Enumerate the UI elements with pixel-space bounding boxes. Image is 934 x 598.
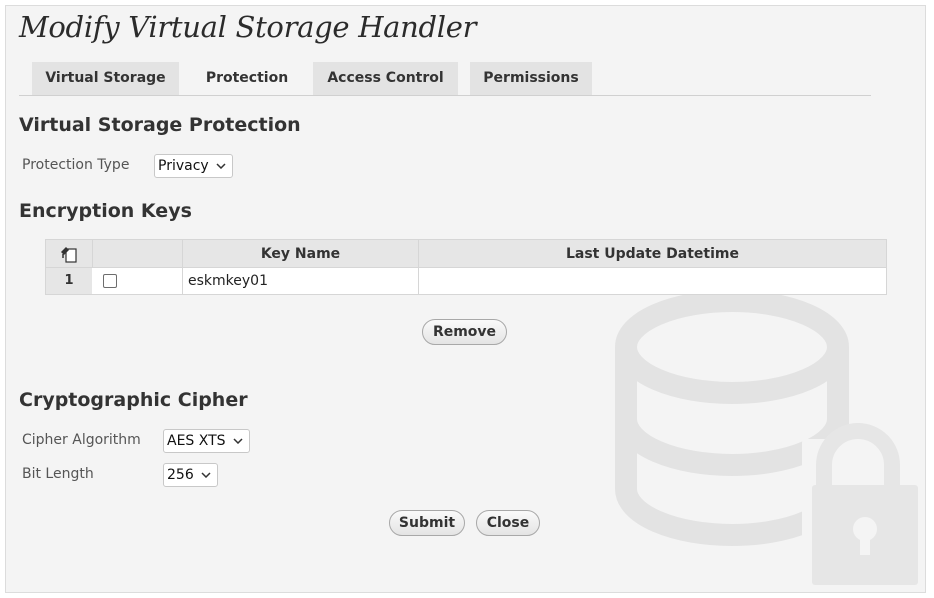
chevron-down-icon [233,438,243,444]
bit-length-value: 256 [167,467,194,483]
encryption-keys-table: Key Name Last Update Datetime 1 eskmkey0… [45,239,887,295]
row-index: 1 [46,268,92,294]
protection-type-value: Privacy [158,158,209,174]
bit-length-select[interactable]: 256 [163,463,218,487]
table-header: Key Name Last Update Datetime [45,239,887,268]
storage-lock-icon [615,290,920,589]
tab-permissions[interactable]: Permissions [470,62,592,95]
submit-button[interactable]: Submit [389,510,465,536]
tab-bar: Virtual Storage Protection Access Contro… [19,62,871,96]
cipher-algorithm-select[interactable]: AES XTS [163,429,250,453]
protection-type-label: Protection Type [22,157,130,173]
protection-type-select[interactable]: Privacy [154,154,233,178]
chevron-down-icon [201,472,211,478]
chevron-down-icon [216,163,226,169]
column-key-name[interactable]: Key Name [182,240,418,267]
key-name-cell: eskmkey01 [182,268,418,294]
protection-heading: Virtual Storage Protection [19,114,301,136]
select-column-header [92,240,182,267]
cipher-heading: Cryptographic Cipher [19,389,248,411]
dialog-frame: Modify Virtual Storage Handler Virtual S… [5,5,926,593]
encryption-keys-heading: Encryption Keys [19,200,192,222]
tab-access-control[interactable]: Access Control [313,62,458,95]
column-settings-icon[interactable] [60,246,78,264]
tab-protection[interactable]: Protection [192,62,302,95]
header-settings-cell[interactable] [46,240,92,267]
bit-length-label: Bit Length [22,466,94,482]
cipher-algorithm-value: AES XTS [167,433,226,449]
page-title: Modify Virtual Storage Handler [19,10,477,44]
cipher-algorithm-label: Cipher Algorithm [22,432,141,448]
table-row[interactable]: 1 eskmkey01 [45,268,887,295]
column-last-update[interactable]: Last Update Datetime [418,240,886,267]
tab-virtual-storage[interactable]: Virtual Storage [32,62,179,95]
last-update-cell [418,268,886,294]
remove-button[interactable]: Remove [422,319,507,345]
close-button[interactable]: Close [476,510,540,536]
row-checkbox[interactable] [103,274,117,288]
